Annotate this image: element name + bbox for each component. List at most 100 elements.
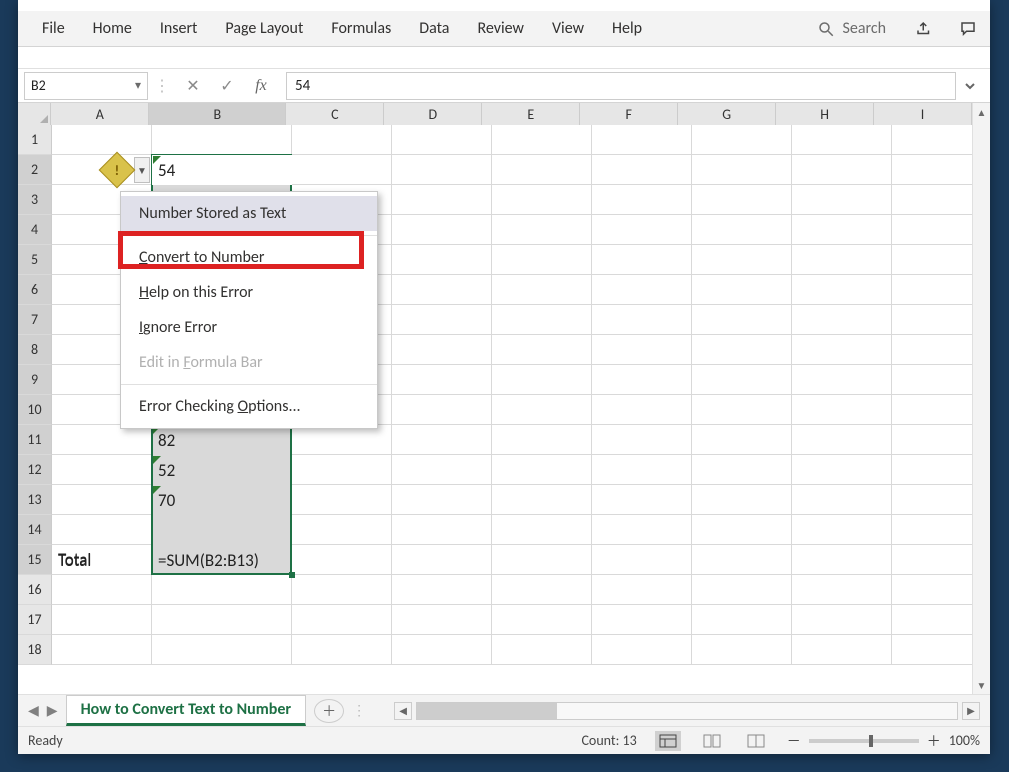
sheet-nav-next[interactable]: ▶ [47, 702, 58, 719]
cell-I9[interactable] [892, 365, 972, 395]
cell-F3[interactable] [592, 185, 692, 215]
error-smart-tag[interactable]: !▼ [104, 157, 150, 183]
cell-F13[interactable] [592, 485, 692, 515]
cell-H18[interactable] [792, 635, 892, 665]
cell-D9[interactable] [392, 365, 492, 395]
cell-C11[interactable] [292, 425, 392, 455]
row-header-11[interactable]: 11 [18, 425, 52, 455]
cell-F11[interactable] [592, 425, 692, 455]
cell-H5[interactable] [792, 245, 892, 275]
cell-D14[interactable] [392, 515, 492, 545]
tell-me-search[interactable]: Search [817, 19, 895, 38]
cell-I5[interactable] [892, 245, 972, 275]
cell-A18[interactable] [52, 635, 152, 665]
row-header-12[interactable]: 12 [18, 455, 52, 485]
row-header-15[interactable]: 15 [18, 545, 52, 575]
cell-C13[interactable] [292, 485, 392, 515]
cell-E14[interactable] [492, 515, 592, 545]
cell-G17[interactable] [692, 605, 792, 635]
ctx-item-1[interactable]: Help on this Error [121, 275, 377, 310]
cell-G14[interactable] [692, 515, 792, 545]
horizontal-scrollbar[interactable]: ◀ ▶ [394, 702, 980, 720]
column-header-A[interactable]: A [51, 103, 149, 125]
cell-E16[interactable] [492, 575, 592, 605]
cell-A13[interactable] [52, 485, 152, 515]
cell-G3[interactable] [692, 185, 792, 215]
row-header-3[interactable]: 3 [18, 185, 52, 215]
cell-I14[interactable] [892, 515, 972, 545]
cell-H4[interactable] [792, 215, 892, 245]
cell-D8[interactable] [392, 335, 492, 365]
cell-D11[interactable] [392, 425, 492, 455]
fill-handle[interactable] [289, 572, 295, 578]
cell-I17[interactable] [892, 605, 972, 635]
zoom-out-button[interactable]: － [787, 731, 801, 751]
cell-A11[interactable] [52, 425, 152, 455]
tab-review[interactable]: Review [467, 13, 534, 44]
cell-F18[interactable] [592, 635, 692, 665]
row-header-7[interactable]: 7 [18, 305, 52, 335]
row-header-16[interactable]: 16 [18, 575, 52, 605]
tab-view[interactable]: View [542, 13, 594, 44]
cell-E1[interactable] [492, 125, 592, 155]
cell-F17[interactable] [592, 605, 692, 635]
row-header-5[interactable]: 5 [18, 245, 52, 275]
cell-F16[interactable] [592, 575, 692, 605]
tab-data[interactable]: Data [409, 13, 459, 44]
cell-C12[interactable] [292, 455, 392, 485]
cell-B18[interactable] [152, 635, 292, 665]
cell-I2[interactable] [892, 155, 972, 185]
tab-help[interactable]: Help [602, 13, 652, 44]
tab-home[interactable]: Home [83, 13, 142, 44]
column-header-I[interactable]: I [874, 103, 972, 125]
cell-D18[interactable] [392, 635, 492, 665]
cell-C1[interactable] [292, 125, 392, 155]
cell-H14[interactable] [792, 515, 892, 545]
sheet-tab-active[interactable]: How to Convert Text to Number [66, 695, 307, 726]
cell-E17[interactable] [492, 605, 592, 635]
cell-E12[interactable] [492, 455, 592, 485]
tab-insert[interactable]: Insert [150, 13, 208, 44]
cell-H11[interactable] [792, 425, 892, 455]
cell-D2[interactable] [392, 155, 492, 185]
cell-I18[interactable] [892, 635, 972, 665]
cell-G11[interactable] [692, 425, 792, 455]
tab-file[interactable]: File [32, 13, 75, 44]
sheet-nav-prev[interactable]: ◀ [28, 702, 39, 719]
cell-A14[interactable] [52, 515, 152, 545]
cell-I16[interactable] [892, 575, 972, 605]
cell-F2[interactable] [592, 155, 692, 185]
cell-H8[interactable] [792, 335, 892, 365]
ctx-item-5[interactable]: Error Checking Options... [121, 389, 377, 424]
expand-formula-bar[interactable] [956, 72, 984, 100]
cell-H15[interactable] [792, 545, 892, 575]
cell-C18[interactable] [292, 635, 392, 665]
column-header-C[interactable]: C [286, 103, 384, 125]
row-header-13[interactable]: 13 [18, 485, 52, 515]
row-header-18[interactable]: 18 [18, 635, 52, 665]
cell-I7[interactable] [892, 305, 972, 335]
cell-B14[interactable] [152, 515, 292, 545]
cell-E5[interactable] [492, 245, 592, 275]
view-page-break-button[interactable] [743, 731, 769, 751]
share-button[interactable] [902, 11, 946, 47]
cell-C2[interactable] [292, 155, 392, 185]
zoom-in-button[interactable]: ＋ [927, 731, 941, 751]
column-header-D[interactable]: D [384, 103, 482, 125]
cell-F10[interactable] [592, 395, 692, 425]
cell-E2[interactable] [492, 155, 592, 185]
cell-C16[interactable] [292, 575, 392, 605]
cell-C17[interactable] [292, 605, 392, 635]
cell-H7[interactable] [792, 305, 892, 335]
cell-I10[interactable] [892, 395, 972, 425]
cell-H17[interactable] [792, 605, 892, 635]
view-page-layout-button[interactable] [699, 731, 725, 751]
cell-A17[interactable] [52, 605, 152, 635]
row-header-6[interactable]: 6 [18, 275, 52, 305]
insert-function-button[interactable]: fx [244, 72, 278, 100]
hscroll-track[interactable] [416, 702, 958, 720]
hscroll-thumb[interactable] [417, 703, 557, 719]
cell-E3[interactable] [492, 185, 592, 215]
cell-G15[interactable] [692, 545, 792, 575]
cell-D4[interactable] [392, 215, 492, 245]
